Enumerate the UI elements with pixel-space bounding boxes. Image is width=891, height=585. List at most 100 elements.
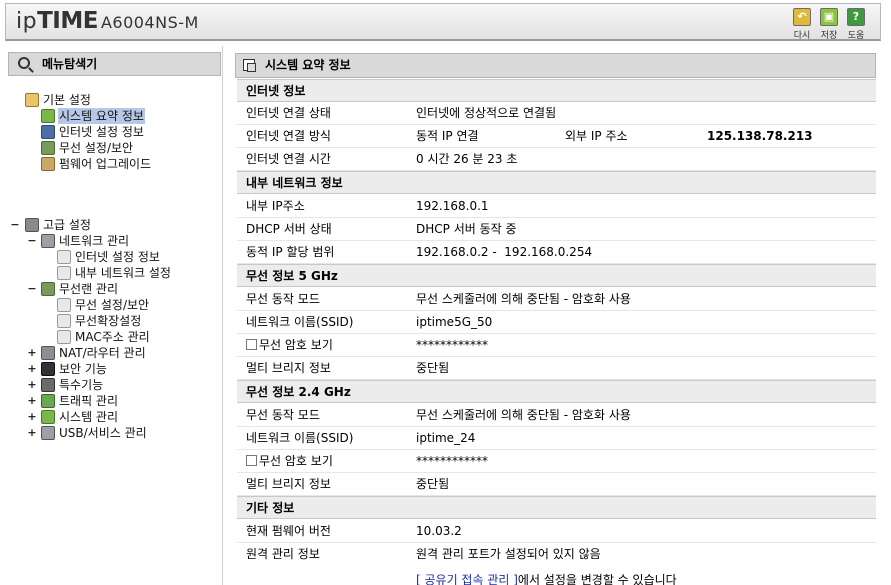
tree-item-label: 인터넷 설정 정보 bbox=[75, 250, 160, 264]
help-label: 도움 bbox=[847, 31, 865, 41]
section-internet-info: 인터넷 정보 bbox=[237, 79, 876, 102]
tree-basic-settings[interactable]: 기본 설정 bbox=[25, 92, 92, 108]
tree-item-wireless-security[interactable]: 무선 설정/보안 bbox=[41, 140, 134, 156]
show-password-label: 무선 암호 보기 bbox=[259, 338, 333, 352]
row-wireless-mode-24ghz: 무선 동작 모드 무선 스케줄러에 의해 중단됨 - 암호화 사용 bbox=[237, 404, 876, 427]
tree-group-label: 무선랜 관리 bbox=[59, 282, 119, 296]
row-firmware-version: 현재 펌웨어 버전 10.03.2 bbox=[237, 520, 876, 543]
show-password-label: 무선 암호 보기 bbox=[259, 454, 333, 468]
tree-advanced-settings[interactable]: 고급 설정 bbox=[25, 217, 92, 233]
tree-item-internet-setup[interactable]: 인터넷 설정 정보 bbox=[57, 249, 161, 265]
row-internet-method: 인터넷 연결 방식 동적 IP 연결 외부 IP 주소 125.138.78.2… bbox=[237, 125, 876, 148]
tree-group-label: 보안 기능 bbox=[59, 362, 107, 376]
tree-group-nat-router[interactable]: NAT/라우터 관리 bbox=[41, 345, 147, 361]
model-name: A6004NS-M bbox=[100, 13, 199, 32]
row-value: 중단됨 bbox=[416, 477, 450, 491]
tree-expand-toggle[interactable]: + bbox=[27, 346, 37, 359]
tree-item-label: 시스템 요약 정보 bbox=[58, 108, 145, 124]
router-icon bbox=[41, 346, 55, 360]
section-wireless-5ghz: 무선 정보 5 GHz bbox=[237, 264, 876, 287]
tree-collapse-toggle[interactable]: − bbox=[27, 234, 37, 247]
row-remote-management: 원격 관리 정보 원격 관리 포트가 설정되어 있지 않음 bbox=[237, 543, 876, 566]
row-value: ************ bbox=[416, 454, 488, 468]
bar-chart-icon bbox=[41, 109, 55, 123]
tools-icon bbox=[41, 378, 55, 392]
row-value: 0 시간 26 분 23 초 bbox=[416, 152, 518, 166]
section-lan-info: 내부 네트워크 정보 bbox=[237, 171, 876, 194]
tree-collapse-toggle[interactable]: − bbox=[10, 218, 20, 231]
tree-item-firmware-upgrade[interactable]: 펌웨어 업그레이드 bbox=[41, 156, 152, 172]
row-label: 무선 동작 모드 bbox=[246, 292, 320, 306]
tree-item-mac-management[interactable]: MAC주소 관리 bbox=[57, 329, 151, 345]
row-label: 인터넷 연결 시간 bbox=[246, 152, 331, 166]
row-value: 10.03.2 bbox=[416, 524, 462, 538]
show-password-toggle-5ghz[interactable]: 무선 암호 보기 bbox=[246, 334, 333, 356]
menu-explorer-label: 메뉴탐색기 bbox=[42, 57, 98, 71]
row-password-24ghz: 무선 암호 보기 ************ bbox=[237, 450, 876, 473]
tree-item-lan-setup[interactable]: 내부 네트워크 설정 bbox=[57, 265, 172, 281]
logo-brand-bold: TIME bbox=[37, 8, 98, 34]
show-password-checkbox[interactable] bbox=[246, 455, 257, 466]
row-label: 동적 IP 할당 범위 bbox=[246, 245, 335, 259]
save-button[interactable]: ▣ 저장 bbox=[817, 8, 841, 41]
tree-item-label: 인터넷 설정 정보 bbox=[59, 125, 144, 139]
app-header: ipTIME A6004NS-M ↶ 다시 ▣ 저장 ? 도움 bbox=[5, 3, 881, 41]
row-value: 중단됨 bbox=[416, 361, 450, 375]
tree-item-wireless-extension[interactable]: 무선확장설정 bbox=[57, 313, 142, 329]
wifi-icon bbox=[41, 141, 55, 155]
row-label: 네트워크 이름(SSID) bbox=[246, 431, 354, 445]
note-text: 에서 설정을 변경할 수 있습니다 bbox=[517, 573, 677, 585]
row-value: 무선 스케줄러에 의해 중단됨 - 암호화 사용 bbox=[416, 292, 631, 306]
tree-item-system-summary[interactable]: 시스템 요약 정보 bbox=[41, 108, 145, 124]
page-title: 시스템 요약 정보 bbox=[265, 58, 351, 72]
tree-group-system[interactable]: 시스템 관리 bbox=[41, 409, 119, 425]
tree-group-label: NAT/라우터 관리 bbox=[59, 346, 146, 360]
tree-item-wireless-setup[interactable]: 무선 설정/보안 bbox=[57, 297, 150, 313]
help-icon: ? bbox=[847, 8, 865, 26]
tree-group-traffic[interactable]: 트래픽 관리 bbox=[41, 393, 119, 409]
tree-expand-toggle[interactable]: + bbox=[27, 410, 37, 423]
row-label: 멀티 브리지 정보 bbox=[246, 477, 331, 491]
monitor-icon bbox=[41, 125, 55, 139]
show-password-checkbox[interactable] bbox=[246, 339, 257, 350]
usb-icon bbox=[41, 426, 55, 440]
row-value: 192.168.0.1 bbox=[416, 199, 489, 213]
tree-expand-toggle[interactable]: + bbox=[27, 362, 37, 375]
tree-expand-toggle[interactable]: + bbox=[27, 378, 37, 391]
help-button[interactable]: ? 도움 bbox=[844, 8, 868, 41]
row-label: 현재 펌웨어 버전 bbox=[246, 524, 331, 538]
tree-group-label: 시스템 관리 bbox=[59, 410, 119, 424]
tree-group-network[interactable]: 네트워크 관리 bbox=[41, 233, 130, 249]
tree-group-label: USB/서비스 관리 bbox=[59, 426, 147, 440]
refresh-button[interactable]: ↶ 다시 bbox=[790, 8, 814, 41]
router-access-link[interactable]: [ 공유기 접속 관리 ] bbox=[416, 573, 518, 585]
tree-expand-toggle[interactable]: + bbox=[27, 394, 37, 407]
row-label: 인터넷 연결 방식 bbox=[246, 129, 331, 143]
row-ssid-24ghz: 네트워크 이름(SSID) iptime_24 bbox=[237, 427, 876, 450]
page-icon bbox=[57, 298, 71, 312]
tree-group-label: 트래픽 관리 bbox=[59, 394, 119, 408]
row-bridge-24ghz: 멀티 브리지 정보 중단됨 bbox=[237, 473, 876, 496]
row-value: 인터넷에 정상적으로 연결됨 bbox=[416, 106, 557, 120]
page-icon bbox=[57, 266, 71, 280]
tree-group-wireless[interactable]: 무선랜 관리 bbox=[41, 281, 119, 297]
row-value: 원격 관리 포트가 설정되어 있지 않음 bbox=[416, 547, 601, 561]
row-label: DHCP 서버 상태 bbox=[246, 222, 332, 236]
tree-group-security[interactable]: 보안 기능 bbox=[41, 361, 108, 377]
tree-collapse-toggle[interactable]: − bbox=[27, 282, 37, 295]
tree-group-special[interactable]: 특수기능 bbox=[41, 377, 104, 393]
tree-expand-toggle[interactable]: + bbox=[27, 426, 37, 439]
row-label: 내부 IP주소 bbox=[246, 199, 305, 213]
tree-basic-settings-label: 기본 설정 bbox=[43, 93, 91, 107]
window-icon bbox=[243, 59, 256, 72]
upgrade-icon bbox=[41, 157, 55, 171]
row-internet-time: 인터넷 연결 시간 0 시간 26 분 23 초 bbox=[237, 148, 876, 171]
tree-item-internet-info[interactable]: 인터넷 설정 정보 bbox=[41, 124, 145, 140]
show-password-toggle-24ghz[interactable]: 무선 암호 보기 bbox=[246, 450, 333, 472]
tree-group-usb-service[interactable]: USB/서비스 관리 bbox=[41, 425, 148, 441]
menu-explorer: 메뉴탐색기 기본 설정 시스템 요약 정보 인터넷 설정 정보 무선 설정/보안… bbox=[5, 46, 223, 585]
traffic-chart-icon bbox=[41, 394, 55, 408]
section-other-info: 기타 정보 bbox=[237, 496, 876, 519]
row-bridge-5ghz: 멀티 브리지 정보 중단됨 bbox=[237, 357, 876, 380]
tree-item-label: 무선확장설정 bbox=[75, 314, 142, 328]
